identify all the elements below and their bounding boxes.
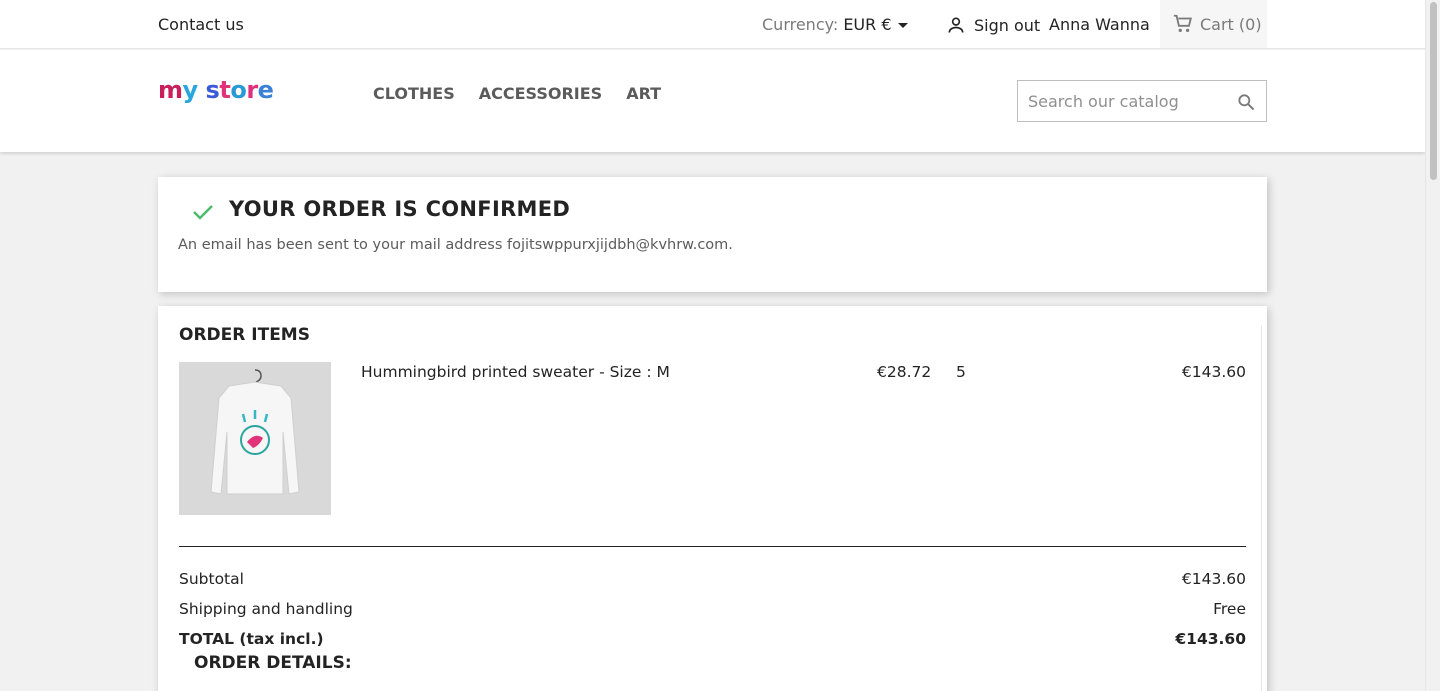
sign-out-link[interactable]: Sign out xyxy=(946,15,1040,35)
search-input[interactable] xyxy=(1018,81,1218,121)
page-scrollbar[interactable] xyxy=(1425,0,1440,691)
order-items-title: ORDER ITEMS xyxy=(179,325,310,345)
scrollbar-thumb[interactable] xyxy=(1430,2,1437,180)
search-icon[interactable] xyxy=(1236,92,1256,112)
cart-label: Cart (0) xyxy=(1200,14,1262,34)
search-box xyxy=(1017,80,1267,122)
logo-letter xyxy=(198,76,206,104)
logo-letter: t xyxy=(219,76,231,104)
card-inner-border xyxy=(1261,326,1262,691)
checkmark-icon xyxy=(193,205,213,220)
logo-letter: s xyxy=(205,76,220,104)
order-details-title: ORDER DETAILS: xyxy=(194,653,352,673)
unit-price: €28.72 xyxy=(877,363,932,381)
currency-selector[interactable]: Currency: EUR € xyxy=(762,15,908,34)
order-items-card: ORDER ITEMS Hummingbird printed sweater … xyxy=(158,306,1267,691)
menu-item-art[interactable]: ART xyxy=(626,84,661,103)
top-nav-bar: Contact us Currency: EUR € Sign out Anna… xyxy=(0,0,1425,49)
currency-value: EUR € xyxy=(843,15,892,34)
logo-letter: e xyxy=(257,76,274,104)
currency-label: Currency: xyxy=(762,15,839,34)
subtotal-label: Subtotal xyxy=(179,570,244,588)
shipping-row: Shipping and handling Free xyxy=(179,600,1246,618)
product-name: Hummingbird printed sweater - Size : M xyxy=(361,363,670,381)
sign-out-label: Sign out xyxy=(974,15,1041,35)
logo-letter: y xyxy=(182,76,199,104)
confirmation-title: YOUR ORDER IS CONFIRMED xyxy=(229,197,571,221)
subtotal-value: €143.60 xyxy=(1181,570,1246,588)
total-value: €143.60 xyxy=(1175,630,1246,648)
menu-item-accessories[interactable]: ACCESSORIES xyxy=(479,84,602,103)
logo-letter: r xyxy=(246,76,258,104)
total-row: TOTAL (tax incl.) €143.60 xyxy=(179,630,1246,648)
user-icon xyxy=(948,17,964,33)
total-label: TOTAL (tax incl.) xyxy=(179,630,324,648)
divider xyxy=(179,546,1246,547)
cart-button[interactable]: Cart (0) xyxy=(1160,0,1267,48)
order-confirmation-card: YOUR ORDER IS CONFIRMED An email has bee… xyxy=(158,177,1267,292)
menu-item-clothes[interactable]: CLOTHES xyxy=(373,84,455,103)
site-header: my store CLOTHES ACCESSORIES ART xyxy=(0,50,1425,152)
account-name-link[interactable]: Anna Wanna xyxy=(1049,15,1150,34)
product-image xyxy=(179,362,331,515)
subtotal-row: Subtotal €143.60 xyxy=(179,570,1246,588)
quantity: 5 xyxy=(956,363,966,381)
main-menu: CLOTHES ACCESSORIES ART xyxy=(373,84,661,103)
logo-letter: o xyxy=(230,76,247,104)
store-logo[interactable]: my store xyxy=(158,76,274,104)
contact-us-link[interactable]: Contact us xyxy=(158,15,244,34)
line-total: €143.60 xyxy=(1181,363,1246,381)
shipping-label: Shipping and handling xyxy=(179,600,353,618)
cart-icon xyxy=(1173,14,1192,33)
logo-letter: m xyxy=(158,76,183,104)
confirmation-message: An email has been sent to your mail addr… xyxy=(178,237,733,253)
caret-down-icon xyxy=(897,23,908,28)
shipping-value: Free xyxy=(1213,600,1246,618)
